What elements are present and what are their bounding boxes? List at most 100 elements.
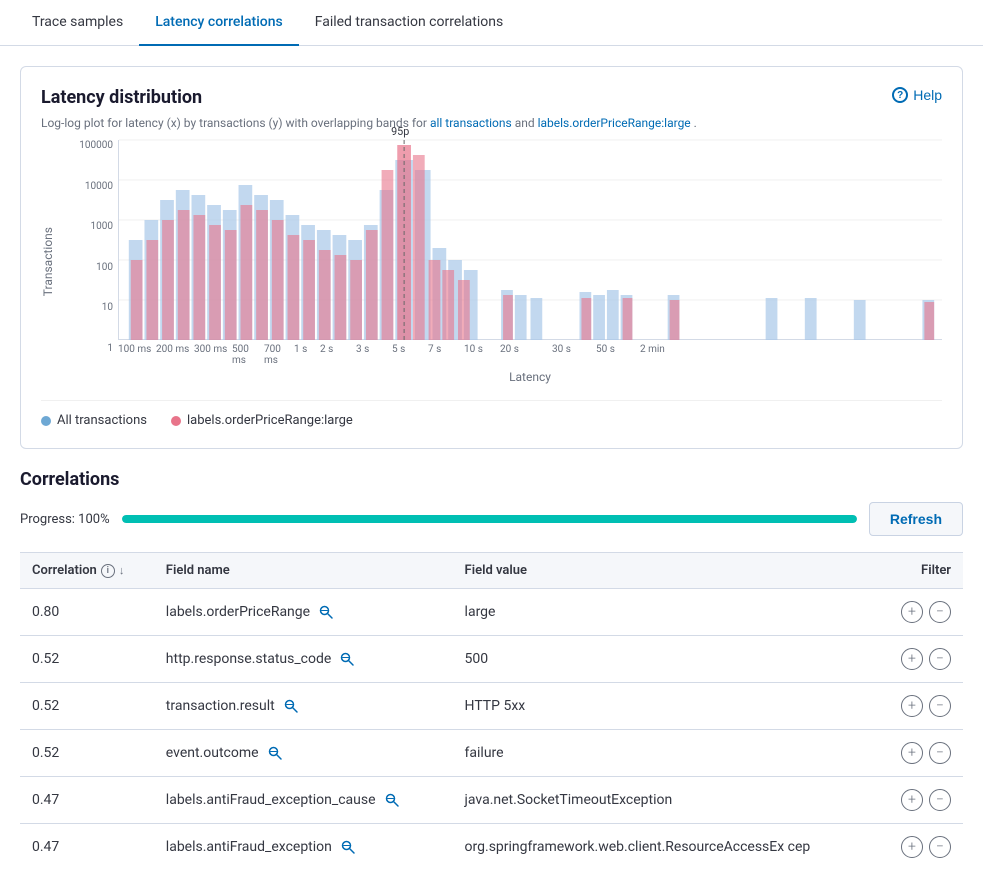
correlation-value: 0.52: [20, 636, 154, 683]
y-tick-1000: 1000: [63, 221, 118, 232]
progress-bar-background: [122, 515, 857, 523]
legend-dot-blue: [41, 416, 51, 426]
legend-label-all: All transactions: [57, 413, 147, 428]
x-tick-7s: 7 s: [428, 344, 464, 366]
legend-label-large: labels.orderPriceRange:large: [187, 413, 353, 428]
subtitle-text: Log-log plot for latency (x) by transact…: [41, 116, 427, 130]
correlation-info-icon[interactable]: i: [101, 564, 115, 578]
svg-text:95p: 95p: [391, 125, 409, 138]
help-button[interactable]: ? Help: [892, 87, 942, 103]
filter-minus-button[interactable]: −: [929, 742, 951, 764]
table-row: 0.52 event.outcome failure: [20, 730, 963, 777]
filter-minus-button[interactable]: −: [929, 695, 951, 717]
field-search-icon[interactable]: [338, 837, 358, 857]
x-tick-20s: 20 s: [500, 344, 552, 366]
field-name-cell: event.outcome: [154, 730, 453, 777]
filter-cell: + −: [878, 589, 963, 636]
chart-area: 100000 10000 1000 100 10 1: [63, 140, 942, 384]
x-tick-10s: 10 s: [464, 344, 500, 366]
latency-distribution-card: Latency distribution ? Help Log-log plot…: [20, 66, 963, 449]
tab-failed-transaction-correlations[interactable]: Failed transaction correlations: [299, 0, 520, 46]
legend-item-all: All transactions: [41, 413, 147, 428]
x-tick-30s: 30 s: [552, 344, 596, 366]
field-name-cell: labels.antiFraud_exception_cause: [154, 777, 453, 824]
y-axis-ticks: 100000 10000 1000 100 10 1: [63, 140, 118, 354]
correlation-header-label: Correlation: [32, 563, 97, 578]
table-header-row: Correlation i ↓ Field name Field value F…: [20, 553, 963, 589]
x-tick-2s: 2 s: [320, 344, 356, 366]
progress-bar-wrapper: Progress: 100% Refresh: [20, 502, 963, 536]
subtitle-end: .: [694, 116, 697, 130]
field-search-icon[interactable]: [337, 649, 357, 669]
field-search-icon[interactable]: [281, 696, 301, 716]
field-name-cell: labels.antiFraud_exception: [154, 824, 453, 871]
y-tick-10: 10: [63, 302, 118, 313]
filter-cell: + −: [878, 824, 963, 871]
refresh-button[interactable]: Refresh: [869, 502, 963, 536]
filter-plus-button[interactable]: +: [901, 836, 923, 858]
chart-wrapper: Transactions 100000 10000 1000 100 10 1: [41, 140, 942, 384]
x-tick-500ms: 500 ms: [232, 344, 264, 366]
table-body: 0.80 labels.orderPriceRange large: [20, 589, 963, 871]
field-search-icon[interactable]: [265, 743, 285, 763]
th-filter: Filter: [878, 553, 963, 589]
x-tick-100ms: 100 ms: [118, 344, 156, 366]
main-content: Latency distribution ? Help Log-log plot…: [0, 46, 983, 890]
field-search-icon[interactable]: [382, 790, 402, 810]
progress-bar-fill: [122, 515, 857, 523]
table-row: 0.47 labels.antiFraud_exception_cause ja…: [20, 777, 963, 824]
main-container: Trace samples Latency correlations Faile…: [0, 0, 983, 890]
y-tick-10000: 10000: [63, 181, 118, 192]
filter-plus-button[interactable]: +: [901, 789, 923, 811]
th-correlation: Correlation i ↓: [20, 553, 154, 589]
correlation-sort-icon[interactable]: ↓: [119, 564, 125, 577]
y-tick-100000: 100000: [63, 140, 118, 151]
correlation-value: 0.47: [20, 824, 154, 871]
field-search-icon[interactable]: [316, 602, 336, 622]
filter-plus-button[interactable]: +: [901, 648, 923, 670]
y-tick-100: 100: [63, 262, 118, 273]
all-transactions-link[interactable]: all transactions: [430, 116, 512, 130]
filter-cell: + −: [878, 777, 963, 824]
x-tick-700ms: 700 ms: [264, 344, 294, 366]
filter-cell: + −: [878, 636, 963, 683]
card-header: Latency distribution ? Help: [41, 87, 942, 108]
correlation-value: 0.52: [20, 730, 154, 777]
y-axis-label: Transactions: [41, 227, 55, 296]
tab-trace-samples[interactable]: Trace samples: [16, 0, 139, 46]
filter-plus-button[interactable]: +: [901, 695, 923, 717]
x-axis-label: Latency: [118, 370, 942, 384]
legend-dot-pink: [171, 416, 181, 426]
field-value-cell: org.springframework.web.client.ResourceA…: [453, 824, 878, 871]
x-tick-5s: 5 s: [392, 344, 428, 366]
field-value-cell: failure: [453, 730, 878, 777]
subtitle-middle: and: [515, 116, 538, 130]
table-row: 0.80 labels.orderPriceRange large: [20, 589, 963, 636]
filter-plus-button[interactable]: +: [901, 742, 923, 764]
order-price-link[interactable]: labels.orderPriceRange:large: [538, 116, 691, 130]
correlation-value: 0.47: [20, 777, 154, 824]
tab-latency-correlations[interactable]: Latency correlations: [139, 0, 299, 46]
chart-legend: All transactions labels.orderPriceRange:…: [41, 400, 942, 428]
table-row: 0.52 transaction.result HTTP 5xx: [20, 683, 963, 730]
table-row: 0.52 http.response.status_code 500: [20, 636, 963, 683]
filter-minus-button[interactable]: −: [929, 601, 951, 623]
filter-minus-button[interactable]: −: [929, 836, 951, 858]
x-tick-50s: 50 s: [596, 344, 640, 366]
field-name-cell: http.response.status_code: [154, 636, 453, 683]
filter-plus-button[interactable]: +: [901, 601, 923, 623]
card-subtitle: Log-log plot for latency (x) by transact…: [41, 116, 942, 130]
filter-minus-button[interactable]: −: [929, 789, 951, 811]
correlations-title: Correlations: [20, 469, 963, 490]
correlations-table: Correlation i ↓ Field name Field value F…: [20, 552, 963, 870]
table-header: Correlation i ↓ Field name Field value F…: [20, 553, 963, 589]
correlation-value: 0.52: [20, 683, 154, 730]
chart-svg: 95p: [119, 140, 942, 340]
chart-svg-container: 95p: [118, 140, 942, 340]
th-field-value: Field value: [453, 553, 878, 589]
correlation-value: 0.80: [20, 589, 154, 636]
x-tick-2min: 2 min: [640, 344, 684, 366]
filter-cell: + −: [878, 730, 963, 777]
filter-minus-button[interactable]: −: [929, 648, 951, 670]
x-tick-200ms: 200 ms: [156, 344, 194, 366]
